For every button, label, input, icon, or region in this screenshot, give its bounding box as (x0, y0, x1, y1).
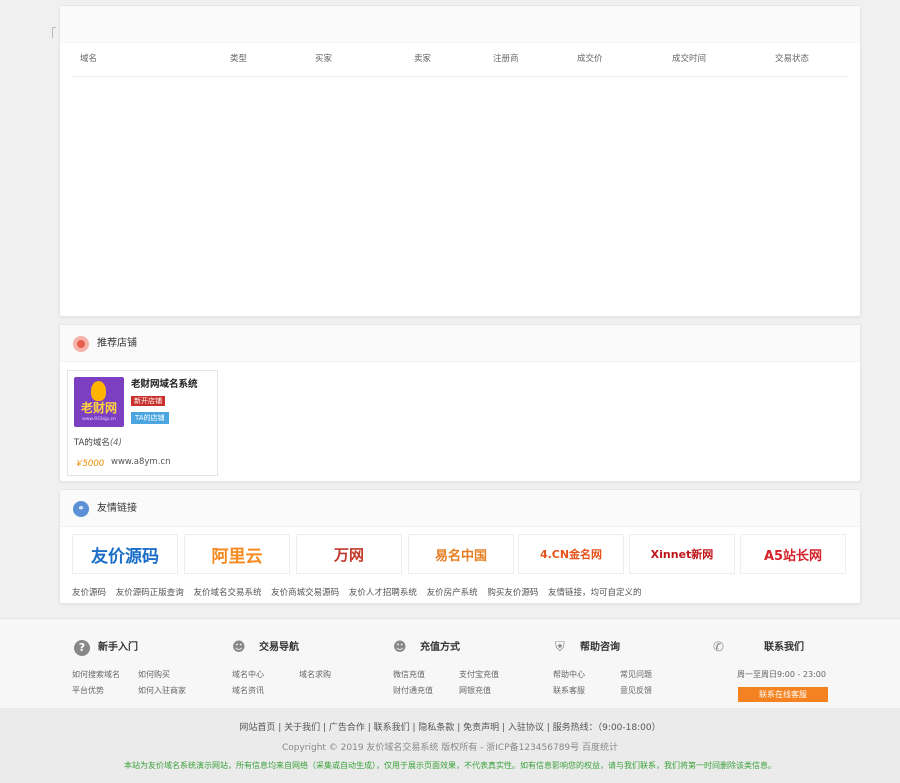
shop-logo-text: 老财网 (80, 401, 117, 415)
friend-text-links: 友价源码 友价源码正版查询 友价域名交易系统 友价商城交易源码 友价人才招聘系统… (72, 586, 649, 598)
footer-col-title: 交易导航 (259, 642, 299, 653)
friend-logo-4cn[interactable]: 4.CN金名网 (518, 534, 624, 574)
panel-header: 推荐店铺 (60, 325, 860, 362)
service-hours: 周一至周日9:00 - 23:00 (737, 670, 826, 679)
recommend-shops-panel: 推荐店铺 老财网 www.933sjp.cn 老财网域名系统 新开店铺 TA的店… (59, 324, 861, 482)
friend-link[interactable]: 友情链接，均可自定义的 (548, 588, 642, 598)
footer-col-title: 充值方式 (420, 642, 460, 653)
footer-link[interactable]: 财付通充值 (393, 685, 433, 696)
footer-col-title: 新手入门 (98, 642, 138, 653)
friend-link[interactable]: 友价源码正版查询 (116, 588, 184, 598)
friend-logo-a5[interactable]: A5站长网 (740, 534, 846, 574)
footer-col-title: 联系我们 (764, 642, 804, 653)
friend-link[interactable]: 购买友价源码 (487, 588, 538, 598)
shop-domains[interactable]: TA的域名(4) (74, 436, 122, 448)
col-price: 成交价 (577, 54, 603, 64)
footer-link[interactable]: 联系客服 (553, 685, 585, 696)
friend-logo-ename[interactable]: 易名中国 (408, 534, 514, 574)
footer-link[interactable]: 意见反馈 (620, 685, 652, 696)
shop-logo[interactable]: 老财网 www.933sjp.cn (74, 377, 124, 427)
col-buyer: 买家 (315, 54, 333, 64)
footer-link[interactable]: 常见问题 (620, 669, 652, 680)
online-service-button[interactable]: 联系在线客服 (738, 687, 828, 702)
friend-logo-label: 易名中国 (434, 548, 487, 564)
phone-icon: ✆ (713, 640, 724, 655)
bottom-nav[interactable]: 网站首页 | 关于我们 | 广告合作 | 联系我们 | 隐私条款 | 免责声明 … (0, 720, 900, 733)
friend-link[interactable]: 友价房产系统 (427, 588, 478, 598)
col-seller: 卖家 (414, 54, 432, 64)
link-icon: ⚭ (73, 501, 89, 517)
friend-logo-aliyun[interactable]: 阿里云 (184, 534, 290, 574)
footer-link[interactable]: 域名资讯 (232, 685, 264, 696)
friend-logo-label: 友价源码 (91, 546, 159, 567)
friend-logo-label: 阿里云 (211, 546, 263, 567)
shop-card[interactable]: 老财网 www.933sjp.cn 老财网域名系统 新开店铺 TA的店铺 TA的… (67, 370, 218, 476)
footer-link[interactable]: 如何搜索域名 (72, 669, 120, 680)
col-registrar: 注册商 (493, 54, 519, 64)
new-shop-badge: 新开店铺 (131, 396, 165, 406)
friend-logo-label: A5站长网 (763, 548, 823, 564)
shop-link-badge[interactable]: TA的店铺 (131, 412, 169, 424)
table-header: 域名 类型 买家 卖家 注册商 成交价 成交时间 交易状态 (72, 53, 848, 77)
user-check-icon: ☻ (393, 640, 407, 655)
footer-link[interactable]: 平台优势 (72, 685, 104, 696)
friend-logo-xinnet[interactable]: Xinnet新网 (629, 534, 735, 574)
friend-logo-label: Xinnet新网 (650, 548, 714, 561)
recommend-icon (73, 336, 89, 352)
panel-header: ⚭ 友情链接 (60, 490, 860, 527)
disclaimer-notice: 本站为友价域名系统演示网站，所有信息均来自网络（采集或自动生成），仅用于展示页面… (124, 761, 776, 770)
friend-link[interactable]: 友价域名交易系统 (193, 588, 261, 598)
footer-link[interactable]: 微信充值 (393, 669, 425, 680)
domain-price: ￥5000 (74, 459, 105, 469)
col-time: 成交时间 (672, 54, 707, 64)
panel-title: 友情链接 (97, 503, 137, 514)
shop-logo-sub: www.933sjp.cn (82, 417, 116, 422)
friend-link[interactable]: 友价商城交易源码 (271, 588, 339, 598)
corner-mark (52, 27, 56, 38)
friend-link[interactable]: 友价人才招聘系统 (349, 588, 417, 598)
panel-header (60, 6, 860, 43)
domain-name[interactable]: www.a8ym.cn (111, 457, 170, 467)
friend-logo-youjia[interactable]: 友价源码 (72, 534, 178, 574)
trade-records-panel: 域名 类型 买家 卖家 注册商 成交价 成交时间 交易状态 (59, 5, 861, 317)
friend-logo-label: 4.CN金名网 (539, 548, 603, 561)
col-status: 交易状态 (775, 54, 810, 64)
footer-link[interactable]: 支付宝充值 (459, 669, 499, 680)
friend-logo-wanwang[interactable]: 万网 (296, 534, 402, 574)
footer-link[interactable]: 域名求购 (299, 669, 331, 680)
footer-link[interactable]: 网银充值 (459, 685, 491, 696)
domains-count: (4) (109, 438, 122, 448)
panel-title: 推荐店铺 (97, 338, 137, 349)
footer-link[interactable]: 如何入驻商家 (138, 685, 186, 696)
user-yen-icon: ☻ (232, 640, 246, 655)
friend-link[interactable]: 友价源码 (72, 588, 106, 598)
col-type: 类型 (230, 54, 248, 64)
domains-label: TA的域名 (74, 438, 110, 448)
footer-link[interactable]: 域名中心 (232, 669, 264, 680)
col-domain: 域名 (80, 54, 98, 64)
friend-links-panel: ⚭ 友情链接 友价源码 阿里云 万网 易名中国 4.CN金名网 Xinnet新网… (59, 489, 861, 604)
footer-col-title: 帮助咨询 (580, 642, 620, 653)
shop-name[interactable]: 老财网域名系统 (131, 379, 198, 391)
shield-icon: ⛨ (555, 640, 565, 655)
footer-link[interactable]: 帮助中心 (553, 669, 585, 680)
friend-logo-label: 万网 (333, 545, 364, 564)
copyright: Copyright © 2019 友价域名交易系统 版权所有 - 浙ICP备12… (281, 743, 619, 753)
footer-link[interactable]: 如何购买 (138, 669, 170, 680)
site-footer: ? 新手入门 如何搜索域名 如何购买 平台优势 如何入驻商家 ☻ 交易导航 域名… (0, 618, 900, 708)
bottom-bar: 网站首页 | 关于我们 | 广告合作 | 联系我们 | 隐私条款 | 免责声明 … (0, 708, 900, 783)
flame-icon (91, 381, 106, 401)
question-icon: ? (74, 640, 90, 656)
